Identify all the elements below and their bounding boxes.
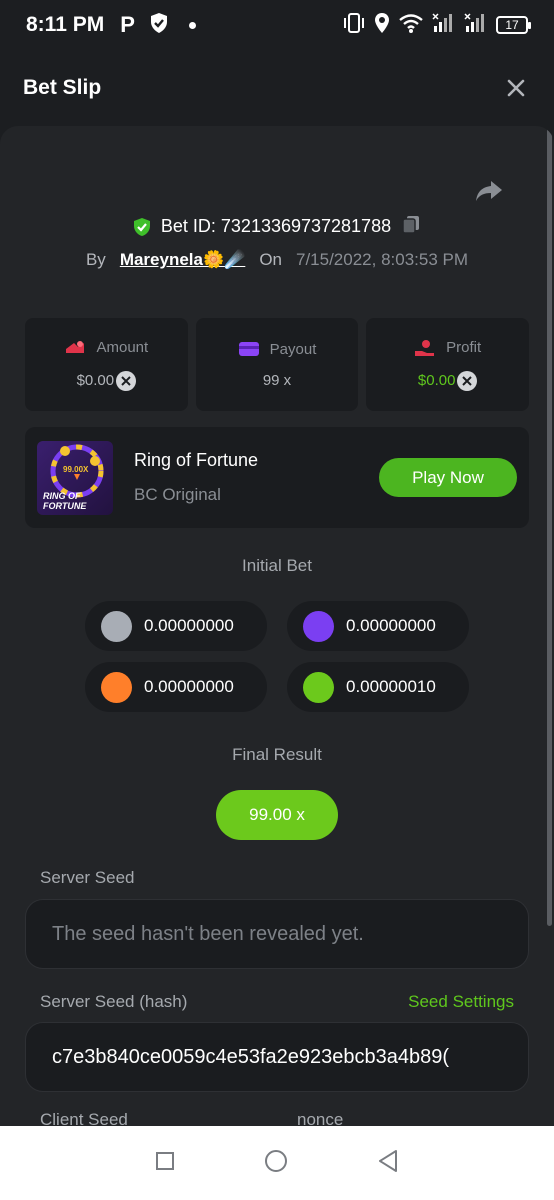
game-thumbnail[interactable]: 99.00X RING OF FORTUNE [37,440,113,515]
square-icon [155,1151,174,1170]
status-time: 8:11 PM [26,13,105,36]
initial-bet-label: Initial Bet [242,556,312,575]
currency-x-icon [457,370,478,391]
close-icon [507,79,525,97]
location-icon [374,12,390,39]
page-title: Bet Slip [23,76,102,99]
bet-value: 0.00000000 [144,677,234,696]
on-label: On [259,250,282,269]
profit-label: Profit [446,339,482,356]
coin-icon [101,610,132,642]
currency-x-icon [116,370,137,391]
play-now-button[interactable]: Play Now [379,458,517,497]
amount-label: Amount [96,339,149,356]
client-seed-label: Client Seed [40,1110,128,1126]
share-button[interactable] [474,176,504,206]
payout-value: 99 x [262,372,292,389]
amount-card: Amount $0.00 [25,318,188,411]
bet-id-row: Bet ID: 73213369737281788 [0,214,554,239]
bet-id: Bet ID: 73213369737281788 [160,216,392,236]
bet-chip: 0.00000000 [287,601,469,651]
bet-slip-panel: Bet ID: 73213369737281788 By Mareynela🌼☄… [0,126,554,1126]
payout-card: Payout 99 x [195,318,359,411]
game-name[interactable]: Ring of Fortune [134,450,258,471]
back-button[interactable] [377,1149,399,1178]
home-button[interactable] [264,1149,288,1178]
circle-icon [264,1149,287,1172]
bet-value: 0.00000010 [346,677,436,696]
by-row: By Mareynela🌼☄️ On 7/15/2022, 8:03:53 PM [0,250,554,270]
shield-check-icon [133,217,150,236]
coin-icon [101,671,132,703]
server-seed-label: Server Seed [40,868,135,887]
share-icon [476,181,502,201]
parking-p-icon: P [120,12,135,37]
signal-icon [432,12,456,39]
final-result-label: Final Result [232,745,322,764]
game-provider: BC Original [134,485,221,504]
recents-button[interactable] [155,1151,175,1176]
coin-icon [303,671,334,703]
bet-value: 0.00000000 [346,616,436,635]
wifi-icon [398,12,424,39]
nonce-label: nonce [297,1110,344,1126]
stats-row: Amount $0.00 Payout 99 x Profit $0.00 [25,318,530,411]
status-bar: 8:11 PM P 17 [0,0,554,50]
final-result-value: 99.00 x [216,790,338,840]
copy-button[interactable] [401,214,421,239]
header: Bet Slip [0,50,554,126]
thumb-title: RING OF [43,490,81,501]
bet-chip: 0.00000000 [85,662,267,712]
amount-icon [66,340,85,353]
payout-icon [238,342,259,356]
shield-check-icon [149,12,169,39]
signal-icon [464,12,488,39]
thumb-multiplier: 99.00X [63,464,89,474]
profit-value: $0.00 [417,372,456,389]
seed-settings-link[interactable]: Seed Settings [408,992,514,1012]
bet-chip: 0.00000010 [287,662,469,712]
profit-icon [415,339,435,356]
thumb-title2: FORTUNE [43,500,87,511]
battery-indicator: 17 [496,16,531,34]
bet-chip: 0.00000000 [85,601,267,651]
system-nav-bar [0,1126,554,1200]
bet-date: 7/15/2022, 8:03:53 PM [296,250,469,269]
profit-card: Profit $0.00 [366,318,530,411]
scrollbar[interactable] [547,126,552,926]
dot-icon [188,21,196,29]
username-link[interactable]: Mareynela🌼☄️ [120,250,246,270]
bet-value: 0.00000000 [144,616,234,635]
server-seed-field: The seed hasn't been revealed yet. [25,899,529,969]
server-hash-label: Server Seed (hash) [40,992,188,1011]
server-hash-field[interactable]: c7e3b840ce0059c4e53fa2e923ebcb3a4b89( [25,1022,529,1092]
by-label: By [85,250,106,269]
payout-label: Payout [269,340,317,358]
game-card: 99.00X RING OF FORTUNE Ring of Fortune B… [25,427,529,528]
copy-icon [402,216,420,234]
amount-value: $0.00 [76,372,115,389]
vibrate-icon [342,12,366,39]
coin-icon [303,610,334,642]
back-triangle-icon [379,1149,398,1172]
close-button[interactable] [501,73,531,103]
